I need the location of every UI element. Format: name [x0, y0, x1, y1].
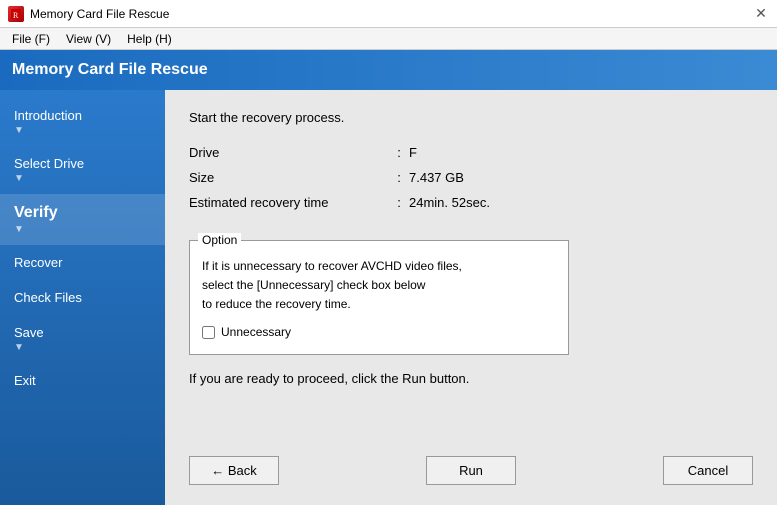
sidebar-label-exit: Exit: [14, 373, 36, 388]
size-value: 7.437 GB: [409, 170, 464, 185]
sidebar-arrow-select-drive: ▼: [14, 173, 24, 184]
drive-label: Drive: [189, 145, 389, 160]
sidebar-item-recover[interactable]: Recover: [0, 245, 165, 280]
sidebar-label-check-files: Check Files: [14, 290, 82, 305]
drive-row: Drive : F: [189, 145, 753, 160]
sidebar-item-verify[interactable]: Verify ▼: [0, 194, 165, 245]
info-table: Drive : F Size : 7.437 GB Estimated reco…: [189, 145, 753, 220]
option-box-content: If it is unnecessary to recover AVCHD vi…: [190, 241, 568, 354]
titlebar-text: Memory Card File Rescue: [30, 7, 753, 21]
sidebar-label-verify: Verify: [14, 204, 58, 222]
run-button[interactable]: Run: [426, 456, 516, 485]
svg-text:R: R: [13, 11, 19, 19]
title-bar: R Memory Card File Rescue ✕: [0, 0, 777, 28]
unnecessary-label: Unnecessary: [221, 323, 291, 342]
sidebar-item-save[interactable]: Save ▼: [0, 315, 165, 363]
option-text-line3: to reduce the recovery time.: [202, 297, 351, 311]
button-row: ← Back Run Cancel: [189, 456, 753, 485]
option-box-title: Option: [198, 233, 241, 247]
size-row: Size : 7.437 GB: [189, 170, 753, 185]
sidebar-item-select-drive[interactable]: Select Drive ▼: [0, 146, 165, 194]
sidebar-item-exit[interactable]: Exit: [0, 363, 165, 398]
sidebar-arrow-introduction: ▼: [14, 125, 24, 136]
recovery-time-value: 24min. 52sec.: [409, 195, 490, 210]
app-header-title: Memory Card File Rescue: [12, 61, 208, 79]
option-text-line2: select the [Unnecessary] check box below: [202, 278, 425, 292]
menu-view[interactable]: View (V): [58, 30, 119, 48]
main-layout: Introduction ▼ Select Drive ▼ Verify ▼ R…: [0, 90, 777, 505]
size-colon: :: [389, 170, 409, 185]
menu-bar: File (F) View (V) Help (H): [0, 28, 777, 50]
recovery-time-label: Estimated recovery time: [189, 195, 389, 210]
option-box: Option If it is unnecessary to recover A…: [189, 240, 569, 355]
back-button[interactable]: ← Back: [189, 456, 279, 485]
cancel-button[interactable]: Cancel: [663, 456, 753, 485]
sidebar-arrow-verify: ▼: [14, 224, 24, 235]
proceed-text: If you are ready to proceed, click the R…: [189, 371, 753, 386]
recovery-time-colon: :: [389, 195, 409, 210]
drive-colon: :: [389, 145, 409, 160]
menu-help[interactable]: Help (H): [119, 30, 180, 48]
drive-value: F: [409, 145, 417, 160]
app-icon: R: [8, 6, 24, 22]
content-title: Start the recovery process.: [189, 110, 753, 125]
option-text-line1: If it is unnecessary to recover AVCHD vi…: [202, 259, 462, 273]
sidebar-label-recover: Recover: [14, 255, 62, 270]
recovery-time-row: Estimated recovery time : 24min. 52sec.: [189, 195, 753, 210]
sidebar-item-check-files[interactable]: Check Files: [0, 280, 165, 315]
sidebar-label-introduction: Introduction: [14, 108, 82, 123]
menu-file[interactable]: File (F): [4, 30, 58, 48]
unnecessary-checkbox[interactable]: [202, 326, 215, 339]
sidebar: Introduction ▼ Select Drive ▼ Verify ▼ R…: [0, 90, 165, 505]
sidebar-label-save: Save: [14, 325, 44, 340]
app-header: Memory Card File Rescue: [0, 50, 777, 90]
unnecessary-checkbox-row: Unnecessary: [202, 323, 556, 342]
close-button[interactable]: ✕: [753, 6, 769, 22]
size-label: Size: [189, 170, 389, 185]
sidebar-label-select-drive: Select Drive: [14, 156, 84, 171]
sidebar-arrow-save: ▼: [14, 342, 24, 353]
sidebar-item-introduction[interactable]: Introduction ▼: [0, 98, 165, 146]
content-area: Start the recovery process. Drive : F Si…: [165, 90, 777, 505]
